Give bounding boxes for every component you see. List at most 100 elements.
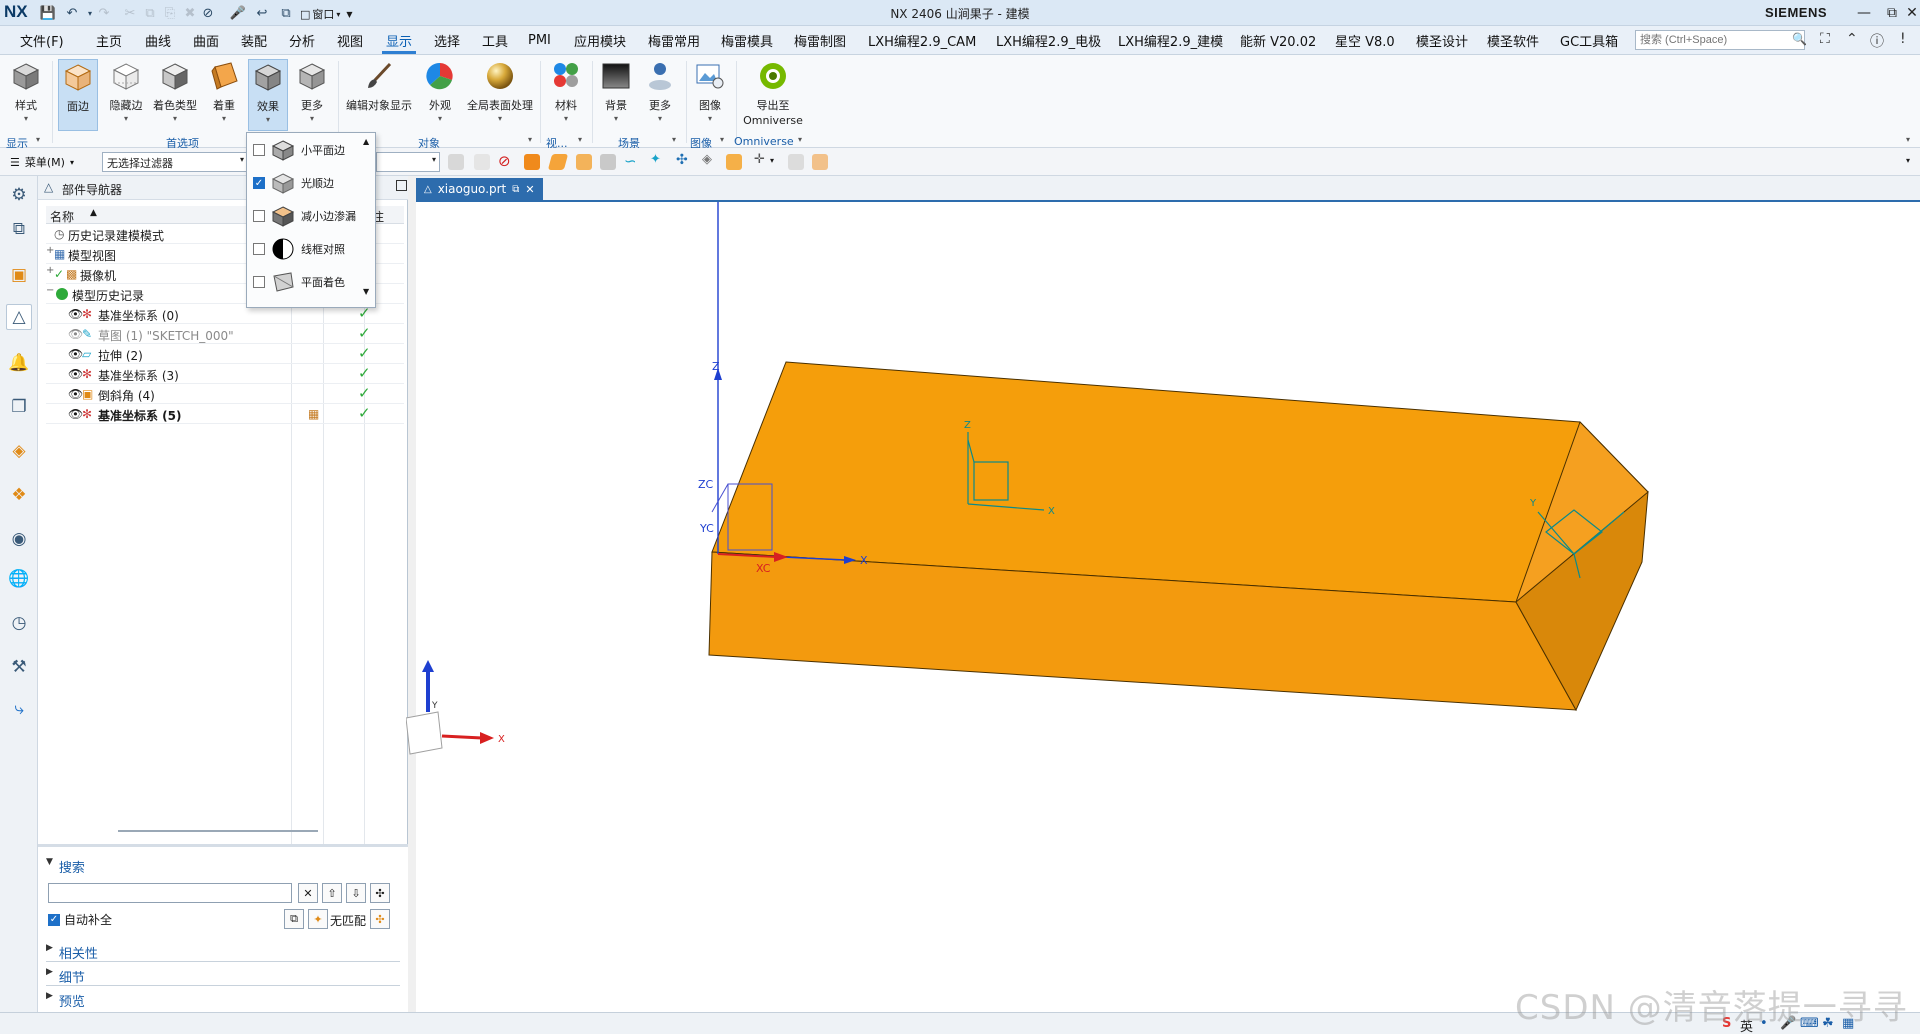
tab-applications[interactable]: 应用模块 (574, 26, 626, 54)
tab-lxh-cam[interactable]: LXH编程2.9_CAM (868, 26, 976, 54)
snap-line-icon[interactable]: ◈ (702, 152, 712, 167)
global-finish-button[interactable]: 全局表面处理 ▾ (464, 59, 536, 123)
edit-object-display-button[interactable]: 编辑对象显示 (342, 59, 416, 113)
fx-smooth-edges[interactable]: ✓ 光顺边 (253, 168, 363, 198)
preview-section[interactable]: ▶ 预览 (46, 991, 85, 1010)
search-icon[interactable]: 🔍 (1792, 32, 1807, 46)
dependencies-section[interactable]: ▶ 相关性 (46, 943, 98, 962)
part-icon[interactable] (788, 154, 804, 170)
fullscreen-icon[interactable]: ⛶ (1820, 31, 1830, 47)
chevron-down-icon[interactable]: ▾ (770, 156, 774, 165)
tab-lxh-modeling[interactable]: LXH编程2.9_建模 (1118, 26, 1223, 54)
constraint-navigator-icon[interactable]: ▣ (6, 262, 32, 288)
copy-icon[interactable]: ⧉ (140, 3, 160, 23)
fx-facet-edges[interactable]: 小平面边 (253, 135, 363, 165)
toolbar-options-icon[interactable]: ▾ (1906, 156, 1910, 165)
no-entry-icon[interactable]: ⊘ (498, 152, 511, 170)
window-switch-icon[interactable]: ⧉ (276, 3, 296, 23)
tab-meilei-common[interactable]: 梅雷常用 (648, 26, 700, 54)
tab-surface[interactable]: 曲面 (193, 26, 219, 54)
detach-tab-icon[interactable]: ⧉ (512, 184, 519, 195)
chevron-down-icon[interactable]: ▾ (528, 135, 532, 144)
point-filter-icon[interactable]: ✦ (650, 152, 661, 167)
fx-reduce-edge-bleed[interactable]: 减小边渗漏 (253, 201, 363, 231)
face-filter-icon[interactable] (547, 154, 569, 170)
hd3d-tools-icon[interactable]: ◈ (6, 438, 32, 464)
tab-curve[interactable]: 曲线 (145, 26, 171, 54)
close-tab-icon[interactable]: ✕ (525, 183, 534, 196)
command-search-input[interactable] (1635, 30, 1805, 50)
window-menu[interactable]: □ 窗口 ▾ ▼ (300, 6, 353, 22)
roles-icon[interactable]: ⤷ (6, 696, 32, 722)
tab-assembly[interactable]: 装配 (241, 26, 267, 54)
style-button[interactable]: 样式 ▾ (6, 59, 46, 123)
locate-icon[interactable]: ✣ (370, 909, 390, 929)
part-navigator-icon[interactable]: △ (6, 304, 32, 330)
filter-icon[interactable]: ✦ (308, 909, 328, 929)
snap-intersection-icon[interactable]: ✛ (754, 152, 765, 167)
chevron-down-icon[interactable]: ▾ (578, 135, 582, 144)
cut-icon[interactable]: ✂ (120, 3, 140, 23)
eye-icon[interactable]: 👁 (68, 387, 83, 401)
snap-point-icon[interactable]: ✣ (676, 152, 688, 168)
scroll-up-icon[interactable]: ▲ (363, 137, 369, 146)
clock-icon[interactable]: ◷ (6, 610, 32, 636)
export-omniverse-button[interactable]: 导出至 Omniverse (740, 59, 806, 127)
horizontal-scrollbar[interactable] (118, 830, 318, 832)
more-preferences-button[interactable]: 更多 ▾ (292, 59, 332, 123)
tab-meilei-drawing[interactable]: 梅雷制图 (794, 26, 846, 54)
main-menu-button[interactable]: ☰ 菜单(M) ▾ (10, 154, 74, 170)
fx-flat-shading[interactable]: 平面着色 (253, 267, 363, 297)
document-tab[interactable]: △ xiaoguo.prt ⧉ ✕ (416, 178, 543, 200)
save-icon[interactable]: 💾 (38, 3, 58, 23)
tools-icon[interactable]: ⚒ (6, 654, 32, 680)
more-scene-button[interactable]: 更多 ▾ (640, 59, 680, 123)
copy-icon[interactable]: ⧉ (284, 909, 304, 929)
arrow-down-icon[interactable]: ⇩ (346, 883, 366, 903)
eye-icon[interactable]: 👁 (68, 347, 83, 361)
collapse-icon[interactable]: − (46, 285, 54, 296)
tab-display[interactable]: 显示 (381, 26, 417, 54)
fx-wireframe-contrast[interactable]: 线框对照 (253, 234, 363, 264)
face-edges-button[interactable]: 面边 (58, 59, 98, 131)
tab-view[interactable]: 视图 (337, 26, 363, 54)
mic-icon[interactable]: 🎤 (228, 3, 248, 23)
shading-type-button[interactable]: 着色类型 ▾ (150, 59, 200, 123)
tab-mosheng-software[interactable]: 模圣软件 (1487, 26, 1539, 54)
undo-icon[interactable]: ↶ (62, 3, 82, 23)
delete-icon[interactable]: ✖ (180, 3, 200, 23)
tree-row[interactable]: 👁 ✎ 草图 (1) "SKETCH_000" ✓ (46, 324, 404, 344)
help-icon[interactable]: ⓘ (1870, 31, 1884, 51)
ribbon-options-icon[interactable]: ▾ (1906, 135, 1910, 144)
hidden-edges-button[interactable]: 隐藏边 ▾ (104, 59, 148, 123)
effects-button[interactable]: 效果 ▾ (248, 59, 288, 131)
tree-row[interactable]: 👁 ▣ 倒斜角 (4) ✓ (46, 384, 404, 404)
globe-icon[interactable]: 🌐 (6, 566, 32, 592)
tab-lxh-electrode[interactable]: LXH编程2.9_电极 (996, 26, 1101, 54)
eye-hidden-icon[interactable]: 👁 (68, 327, 83, 341)
assembly-filter-icon[interactable] (726, 154, 742, 170)
column-name[interactable]: 名称 (50, 208, 74, 225)
arrow-up-icon[interactable]: ⇧ (322, 883, 342, 903)
appearance-button[interactable]: 外观 ▾ (420, 59, 460, 123)
image-button[interactable]: 图像 ▾ (690, 59, 730, 123)
component-icon[interactable] (812, 154, 828, 170)
tab-home[interactable]: 主页 (96, 26, 122, 54)
tree-row[interactable]: 👁 ✻ 基准坐标系 (5) ▦ ✓ (46, 404, 404, 424)
body-filter-icon[interactable] (524, 154, 540, 170)
search-section[interactable]: ▼ 搜索 (46, 857, 85, 876)
emphasis-button[interactable]: 着重 ▾ (204, 59, 244, 123)
no-select-icon[interactable]: ⊘ (198, 3, 218, 23)
maximize-panel-icon[interactable] (396, 180, 407, 191)
chevron-down-icon[interactable]: ▾ (36, 135, 40, 144)
tab-tools[interactable]: 工具 (482, 26, 508, 54)
reuse-library-icon[interactable]: ❐ (6, 394, 32, 420)
close-icon[interactable]: ✕ (1898, 2, 1920, 24)
clear-icon[interactable]: ✕ (298, 883, 318, 903)
details-section[interactable]: ▶ 细节 (46, 967, 85, 986)
chevron-down-icon[interactable]: ▾ (798, 135, 802, 144)
tab-select[interactable]: 选择 (434, 26, 460, 54)
navigator-search-input[interactable] (48, 883, 292, 903)
redo-icon[interactable]: ↷ (94, 3, 114, 23)
view-triad-graphic[interactable]: Z Y X (406, 658, 526, 778)
